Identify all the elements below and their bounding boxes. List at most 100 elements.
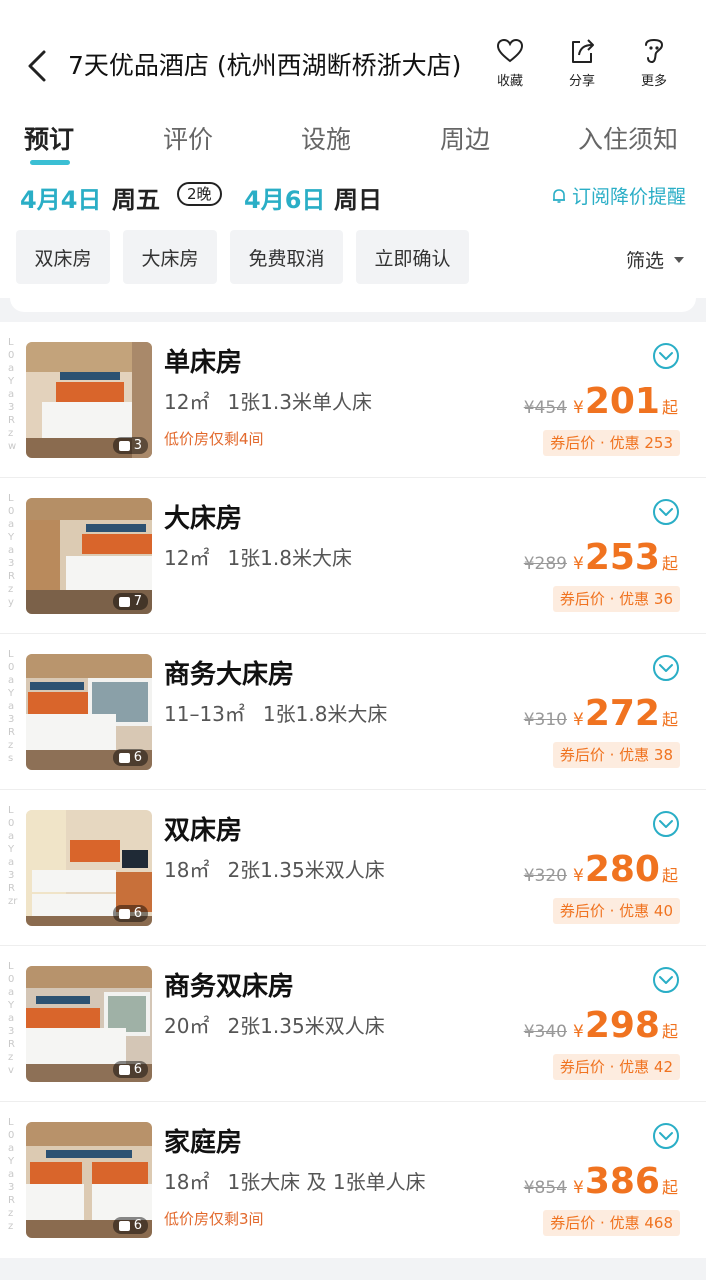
price-block: ¥320 ¥280 起: [524, 852, 678, 888]
watermark: L0aYa3Rzr: [8, 805, 18, 907]
active-tab-indicator: [30, 160, 70, 165]
caret-down-icon: [674, 256, 684, 263]
more-icon: [645, 38, 664, 63]
nights-badge: 2晚: [177, 182, 222, 206]
room-specs: 20㎡ 2张1.35米双人床: [164, 1010, 403, 1039]
more-button[interactable]: 更多: [618, 36, 690, 89]
room-photo[interactable]: 6: [26, 1122, 152, 1238]
current-price: 253: [584, 537, 660, 578]
expand-circle-icon[interactable]: [652, 966, 680, 994]
current-price: 272: [584, 693, 660, 734]
room-item[interactable]: L0aYa3Rzr 6 双床房 18㎡ 2张1.35米双人床 ¥320 ¥280 起 …: [0, 790, 706, 946]
coupon-badge: 券后价 · 优惠 38: [552, 742, 680, 768]
room-area: 11–13㎡: [164, 702, 245, 726]
price-block: ¥454 ¥201 起: [524, 384, 678, 420]
expand-circle-icon[interactable]: [652, 654, 680, 682]
price-alert-link[interactable]: 订阅降价提醒: [550, 182, 686, 209]
room-item[interactable]: L0aYa3Rzv 6 商务双床房 20㎡ 2张1.35米双人床 ¥340 ¥298…: [0, 946, 706, 1102]
room-photo[interactable]: 6: [26, 810, 152, 926]
filter-free-cancel[interactable]: 免费取消: [230, 230, 343, 284]
room-area: 18㎡: [164, 858, 210, 882]
current-price: 201: [584, 381, 660, 422]
room-bed: 2张1.35米双人床: [227, 1014, 385, 1038]
room-photo[interactable]: 6: [26, 654, 152, 770]
room-item[interactable]: L0aYa3Rzw 3 单床房 12㎡ 1张1.3米单人床 低价房仅剩4间 ¥45…: [0, 322, 706, 478]
expand-circle-icon[interactable]: [652, 342, 680, 370]
room-photo[interactable]: 3: [26, 342, 152, 458]
filter-button[interactable]: 筛选: [626, 246, 684, 273]
filter-twin-room[interactable]: 双床房: [16, 230, 110, 284]
room-specs: 11–13㎡ 1张1.8米大床: [164, 698, 405, 727]
current-price: 280: [584, 849, 660, 890]
room-area: 12㎡: [164, 546, 210, 570]
expand-circle-icon[interactable]: [652, 810, 680, 838]
heart-icon: [496, 38, 524, 63]
coupon-badge: 券后价 · 优惠 40: [552, 898, 680, 924]
coupon-badge: 券后价 · 优惠 36: [552, 586, 680, 612]
price-suffix: 起: [661, 710, 678, 729]
room-name: 单床房: [164, 348, 243, 378]
currency: ¥: [573, 398, 584, 418]
expand-circle-icon[interactable]: [652, 498, 680, 526]
price-suffix: 起: [661, 1178, 678, 1197]
checkout-weekday: 周日: [334, 186, 382, 214]
tab-booking[interactable]: 预订: [24, 120, 74, 156]
room-bed: 1张1.8米大床: [262, 702, 388, 726]
date-selector[interactable]: 4月4日 周五 2晚 4月6日 周日 订阅降价提醒: [0, 172, 706, 222]
original-price: ¥310: [523, 710, 567, 730]
room-area: 12㎡: [164, 390, 210, 414]
price-block: ¥289 ¥253 起: [524, 540, 678, 576]
price-suffix: 起: [661, 554, 678, 573]
favorite-label: 收藏: [496, 74, 523, 89]
room-name: 大床房: [164, 504, 243, 534]
filter-bar: 双床房 大床房 免费取消 立即确认 筛选: [0, 222, 706, 298]
room-specs: 18㎡ 2张1.35米双人床: [164, 854, 403, 883]
price-suffix: 起: [661, 398, 678, 417]
photo-count: 7: [112, 593, 148, 610]
photo-count: 6: [112, 905, 148, 922]
coupon-badge: 券后价 · 优惠 468: [543, 1210, 680, 1236]
room-photo[interactable]: 6: [26, 966, 152, 1082]
room-name: 商务双床房: [164, 972, 295, 1002]
room-bed: 1张1.8米大床: [227, 546, 352, 570]
expand-circle-icon[interactable]: [652, 1122, 680, 1150]
watermark: L0aYa3Rzy: [8, 493, 15, 608]
original-price: ¥289: [523, 554, 567, 574]
share-icon: [572, 39, 594, 63]
room-specs: 12㎡ 1张1.8米大床: [164, 542, 370, 571]
original-price: ¥340: [523, 1022, 567, 1042]
room-specs: 18㎡ 1张大床 及 1张单人床: [164, 1166, 444, 1195]
room-item[interactable]: L0aYa3Rzz 6 家庭房 18㎡ 1张大床 及 1张单人床 低价房仅剩3间 …: [0, 1102, 706, 1258]
checkin-date[interactable]: 4月4日: [20, 180, 101, 215]
checkout-date[interactable]: 4月6日: [244, 180, 325, 215]
currency: ¥: [573, 866, 584, 886]
filter-instant-confirm[interactable]: 立即确认: [356, 230, 469, 284]
hotel-title: 7天优品酒店 (杭州西湖断桥浙大店): [68, 51, 462, 80]
watermark: L0aYa3Rzv: [8, 961, 15, 1076]
low-price-note: 低价房仅剩3间: [164, 1210, 264, 1228]
room-item[interactable]: L0aYa3Rzy 7 大床房 12㎡ 1张1.8米大床 ¥289 ¥253 起 券后…: [0, 478, 706, 634]
watermark: L0aYa3Rzz: [8, 1117, 15, 1232]
tab-checkin-notes[interactable]: 入住须知: [578, 120, 678, 156]
room-bed: 2张1.35米双人床: [227, 858, 385, 882]
coupon-badge: 券后价 · 优惠 42: [552, 1054, 680, 1080]
photo-count: 3: [112, 437, 148, 454]
photo-count: 6: [112, 1061, 148, 1078]
price-suffix: 起: [661, 866, 678, 885]
share-button[interactable]: 分享: [546, 36, 618, 89]
filter-button-label: 筛选: [625, 250, 664, 272]
tab-nearby[interactable]: 周边: [440, 120, 490, 156]
favorite-button[interactable]: 收藏: [474, 36, 546, 89]
room-photo[interactable]: 7: [26, 498, 152, 614]
price-block: ¥340 ¥298 起: [524, 1008, 678, 1044]
section-card-bottom: [10, 296, 696, 312]
currency: ¥: [573, 1178, 584, 1198]
chevron-left-icon[interactable]: [20, 44, 54, 88]
tab-reviews[interactable]: 评价: [163, 120, 213, 156]
filter-king-room[interactable]: 大床房: [123, 230, 217, 284]
current-price: 386: [584, 1161, 660, 1202]
room-item[interactable]: L0aYa3Rzs 6 商务大床房 11–13㎡ 1张1.8米大床 ¥310 ¥27…: [0, 634, 706, 790]
header-actions: 收藏 分享 更多: [474, 36, 690, 89]
currency: ¥: [573, 710, 584, 730]
tab-facilities[interactable]: 设施: [301, 120, 351, 156]
